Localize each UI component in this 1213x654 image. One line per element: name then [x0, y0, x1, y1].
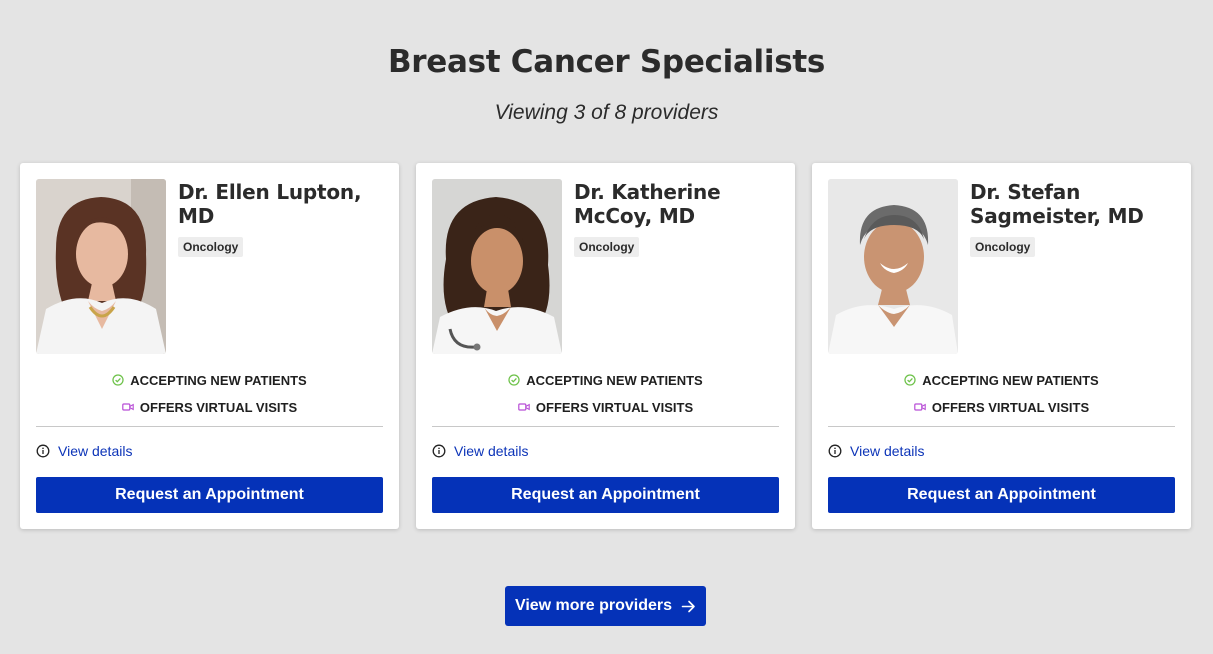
check-circle-icon: [508, 374, 520, 386]
provider-card: Dr. Katherine McCoy, MD Oncology ACCEPTI…: [416, 163, 795, 529]
request-appointment-button[interactable]: Request an Appointment: [36, 477, 383, 513]
virtual-visits-indicator: OFFERS VIRTUAL VISITS: [36, 399, 383, 415]
check-circle-icon: [112, 374, 124, 386]
virtual-label: OFFERS VIRTUAL VISITS: [931, 399, 1090, 415]
info-icon: [432, 444, 446, 458]
view-more-providers-button[interactable]: View more providers: [505, 586, 706, 626]
info-icon: [828, 444, 842, 458]
provider-name: Dr. Stefan Sagmeister, MD: [970, 180, 1144, 228]
view-details-row: View details: [828, 443, 1175, 459]
provider-name: Dr. Katherine McCoy, MD: [574, 180, 721, 228]
virtual-label: OFFERS VIRTUAL VISITS: [535, 399, 694, 415]
view-details-row: View details: [432, 443, 779, 459]
accepting-patients-indicator: ACCEPTING NEW PATIENTS: [36, 372, 383, 388]
view-details-link[interactable]: View details: [454, 443, 528, 459]
provider-photo: [828, 179, 958, 354]
page-title: Breast Cancer Specialists: [387, 44, 826, 80]
accepting-label: ACCEPTING NEW PATIENTS: [922, 372, 1099, 388]
info-icon: [36, 444, 50, 458]
request-appointment-button[interactable]: Request an Appointment: [432, 477, 779, 513]
video-camera-icon: [914, 403, 926, 411]
specialty-badge: Oncology: [178, 237, 244, 257]
view-more-label: View more providers: [514, 597, 673, 614]
specialty-badge: Oncology: [970, 237, 1036, 257]
check-circle-icon: [904, 374, 916, 386]
divider: [432, 426, 779, 427]
accepting-label: ACCEPTING NEW PATIENTS: [526, 372, 703, 388]
accepting-label: ACCEPTING NEW PATIENTS: [130, 372, 307, 388]
provider-card: Dr. Ellen Lupton, MD Oncology ACCEPTING …: [20, 163, 399, 529]
provider-cards: Dr. Ellen Lupton, MD Oncology ACCEPTING …: [20, 163, 1191, 529]
view-details-link[interactable]: View details: [58, 443, 132, 459]
virtual-label: OFFERS VIRTUAL VISITS: [139, 399, 298, 415]
provider-photo: [432, 179, 562, 354]
accepting-patients-indicator: ACCEPTING NEW PATIENTS: [432, 372, 779, 388]
divider: [36, 426, 383, 427]
arrow-right-icon: [681, 600, 695, 612]
virtual-visits-indicator: OFFERS VIRTUAL VISITS: [828, 399, 1175, 415]
video-camera-icon: [518, 403, 530, 411]
request-appointment-button[interactable]: Request an Appointment: [828, 477, 1175, 513]
specialty-badge: Oncology: [574, 237, 640, 257]
virtual-visits-indicator: OFFERS VIRTUAL VISITS: [432, 399, 779, 415]
view-details-link[interactable]: View details: [850, 443, 924, 459]
provider-name: Dr. Ellen Lupton, MD: [178, 180, 362, 228]
provider-count: Viewing 3 of 8 providers: [494, 101, 719, 124]
provider-card: Dr. Stefan Sagmeister, MD Oncology ACCEP…: [812, 163, 1191, 529]
video-camera-icon: [122, 403, 134, 411]
providers-section: Breast Cancer Specialists Viewing 3 of 8…: [0, 0, 1213, 654]
accepting-patients-indicator: ACCEPTING NEW PATIENTS: [828, 372, 1175, 388]
view-details-row: View details: [36, 443, 383, 459]
divider: [828, 426, 1175, 427]
provider-photo: [36, 179, 166, 354]
